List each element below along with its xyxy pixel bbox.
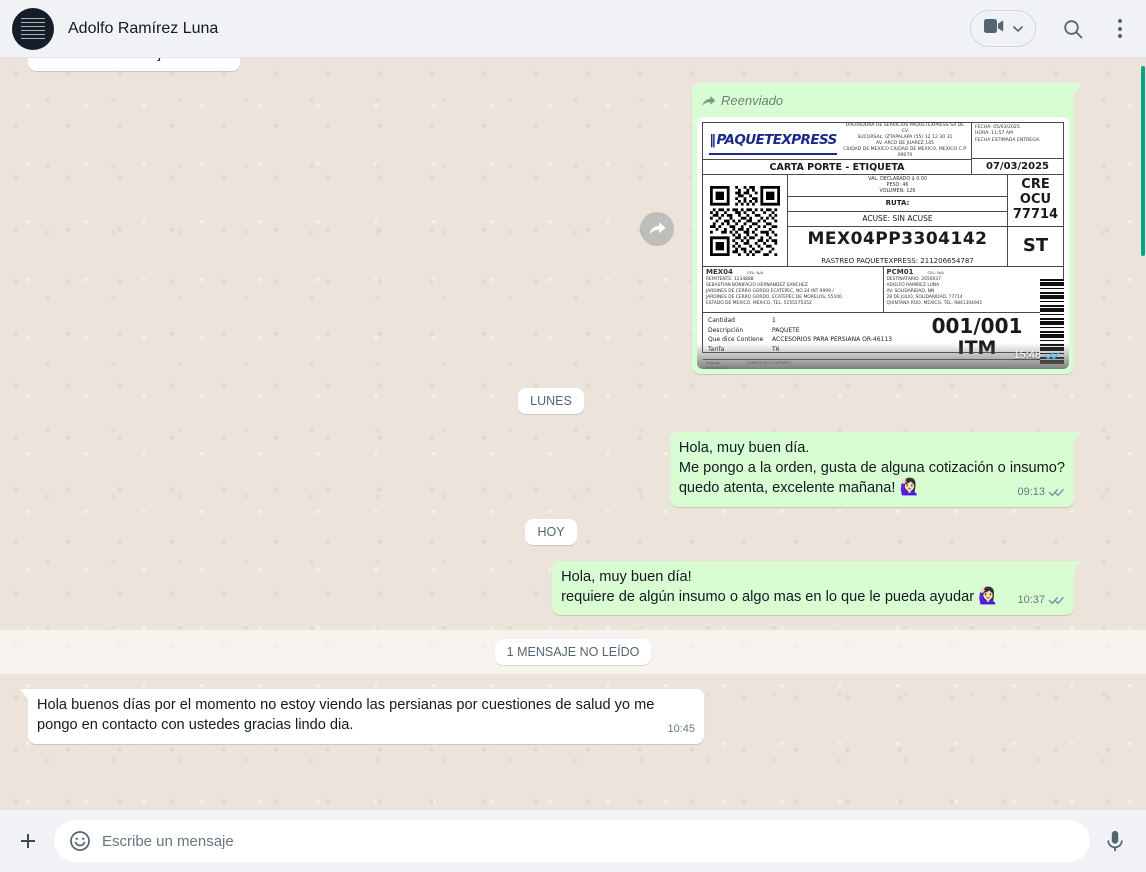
label-operator-info: OPERADORA DE SERVICIOS PAQUETEXPRESS SA …: [843, 123, 971, 159]
message-input-container: [54, 820, 1090, 862]
double-check-read-icon: [1044, 350, 1061, 361]
microphone-icon: [1104, 829, 1126, 853]
message-meta: 10:37: [1017, 590, 1065, 610]
label-cre-ocu: CRE OCU 77714: [1007, 175, 1063, 226]
paquetexpress-logo: ‖PAQUETEXPRESS: [709, 127, 837, 155]
message-time: 10:45: [667, 719, 695, 739]
message-time-overlay: 15:48: [1013, 345, 1061, 365]
label-ruta: RUTA:: [788, 196, 1007, 211]
estimated-delivery-date: 07/03/2025: [972, 158, 1063, 174]
message-line: requiere de algún insumo o algo mas en l…: [561, 587, 998, 607]
avatar-image: [21, 18, 45, 39]
message-text: Hola buenos días por el momento no estoy…: [37, 697, 654, 733]
message-time: 12:08: [204, 58, 232, 64]
chat-area: Perdón ando trabajando 12:08 Reenviado: [0, 58, 1146, 810]
search-icon[interactable]: [1062, 18, 1084, 40]
label-date-column: FECHA: 05/03/2025 HORA: 11:57 AM FECHA E…: [971, 123, 1063, 174]
attach-button[interactable]: [16, 829, 40, 853]
shipping-label-image[interactable]: ‖PAQUETEXPRESS OPERADORA DE SERVICIOS PA…: [697, 117, 1069, 369]
label-st: ST: [1007, 227, 1063, 266]
chat-header: Adolfo Ramírez Luna: [0, 0, 1146, 58]
plus-icon: [16, 829, 40, 853]
message-outgoing-1037[interactable]: Hola, muy buen día! requiere de algún in…: [552, 561, 1074, 615]
mic-button[interactable]: [1104, 829, 1126, 853]
message-line: quedo atenta, excelente mañana! 🙋🏻‍♀️: [679, 478, 1065, 498]
double-check-icon: [1048, 595, 1065, 606]
message-outgoing-0913[interactable]: Hola, muy buen día. Me pongo a la orden,…: [670, 432, 1074, 507]
date-separator-lunes: LUNES: [518, 388, 584, 414]
avatar[interactable]: [12, 8, 54, 50]
contact-name[interactable]: Adolfo Ramírez Luna: [68, 20, 218, 38]
message-line: Hola, muy buen día!: [561, 567, 998, 587]
message-incoming-trabajando[interactable]: Perdón ando trabajando 12:08: [28, 58, 240, 71]
forward-icon: [701, 95, 716, 108]
qr-code: [703, 175, 787, 266]
forwarded-message-row: Reenviado ‖PAQUETEXPRESS OPERADORA DE SE…: [640, 83, 1074, 374]
label-title: CARTA PORTE - ETIQUETA: [703, 160, 971, 175]
message-forwarded-image[interactable]: Reenviado ‖PAQUETEXPRESS OPERADORA DE SE…: [692, 83, 1074, 374]
whatsapp-chat-window: Adolfo Ramírez Luna Perdón ando trabajan…: [0, 0, 1146, 872]
message-input[interactable]: [102, 833, 1076, 850]
double-check-icon: [1048, 487, 1065, 498]
video-call-button[interactable]: [970, 10, 1036, 47]
composer: [0, 810, 1146, 872]
forward-button[interactable]: [640, 212, 674, 246]
menu-icon[interactable]: [1110, 15, 1130, 42]
raising-hand-emoji: 🙋🏻‍♀️: [978, 588, 998, 606]
forward-arrow-icon: [648, 221, 666, 237]
forwarded-label: Reenviado: [697, 88, 1069, 117]
message-line: Hola, muy buen día.: [679, 438, 1065, 458]
message-line: Me pongo a la orden, gusta de alguna cot…: [679, 458, 1065, 478]
emoji-icon[interactable]: [68, 829, 92, 853]
label-declared-values: VAL. DECLARADO $ 0.00 PESO: 46 VOLUMEN: …: [788, 175, 1007, 196]
message-incoming-1045[interactable]: Hola buenos días por el momento no estoy…: [28, 689, 704, 744]
date-separator-hoy: HOY: [525, 519, 576, 545]
shipping-label: ‖PAQUETEXPRESS OPERADORA DE SERVICIOS PA…: [702, 122, 1064, 353]
tracking-code: MEX04PP3304142: [788, 227, 1007, 251]
header-actions: [970, 10, 1130, 47]
unread-messages-pill: 1 MENSAJE NO LEÍDO: [495, 639, 652, 665]
message-text: Perdón ando trabajando: [37, 58, 194, 64]
label-recipient-block: PCM01CEL: N/A DESTINATARIO: 2656037 ADOL…: [883, 267, 1064, 312]
chevron-down-icon: [1013, 20, 1023, 38]
raising-hand-emoji: 🙋🏻‍♀️: [899, 479, 919, 497]
video-camera-icon: [983, 18, 1005, 39]
label-sender-block: MEX04CEL: N/A REMITENTE: 1234888 SEBASTI…: [703, 267, 883, 312]
unread-messages-band: 1 MENSAJE NO LEÍDO: [0, 629, 1146, 675]
scrollbar-thumb[interactable]: [1141, 66, 1145, 256]
message-meta: 09:13: [1017, 482, 1065, 502]
label-acuse: ACUSE: SIN ACUSE: [788, 211, 1007, 226]
